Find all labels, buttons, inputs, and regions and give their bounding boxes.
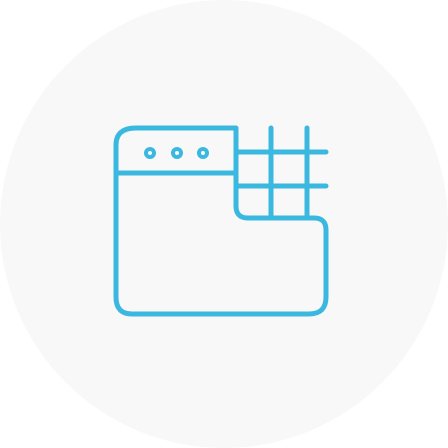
browser-window-grid-icon	[0, 0, 448, 448]
window-dot-3	[197, 147, 209, 159]
window-dot-1	[144, 147, 156, 159]
icon-stage	[0, 0, 448, 448]
window-dot-2	[171, 147, 183, 159]
grid-icon	[233, 125, 329, 221]
